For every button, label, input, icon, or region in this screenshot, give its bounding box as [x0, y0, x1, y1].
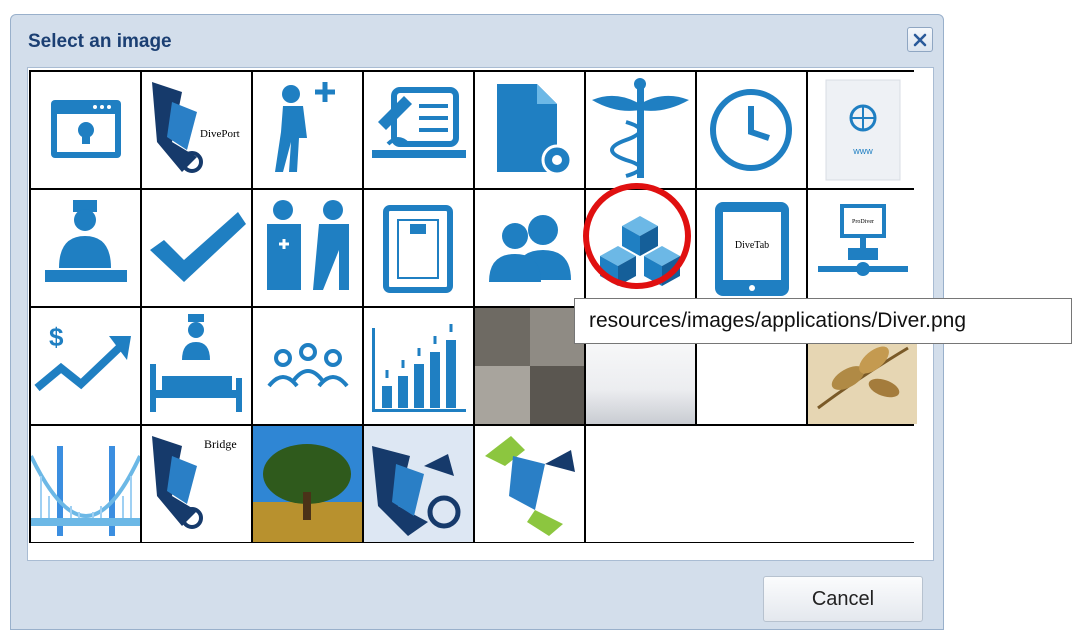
close-button[interactable]	[907, 27, 933, 52]
users-icon	[489, 215, 571, 282]
document-sign-icon	[372, 87, 466, 158]
image-tile-money-growth[interactable]: $	[31, 308, 140, 424]
image-tile-checkmark[interactable]	[142, 190, 251, 306]
image-tile-doctor-patient[interactable]	[253, 190, 362, 306]
doctor-patient-icon	[267, 200, 349, 290]
diver-logo-large-icon	[372, 446, 461, 536]
image-tile-nurse[interactable]	[31, 190, 140, 306]
checkmark-icon	[150, 212, 246, 282]
image-tile-diver-green[interactable]	[475, 426, 584, 542]
nurse-icon	[45, 200, 127, 282]
image-tile-web[interactable]: www	[808, 72, 917, 188]
money-growth-arrow-icon: $	[34, 322, 131, 392]
image-tile-empty	[586, 426, 917, 542]
close-icon	[913, 33, 927, 46]
diver-bridge-logo-icon: Bridge	[152, 436, 237, 529]
image-tile-diver-selected[interactable]	[364, 426, 473, 542]
image-tile-gray-squares[interactable]	[475, 308, 584, 424]
image-tile-diver-cubes[interactable]	[586, 190, 695, 306]
image-tile-document-sign[interactable]	[364, 72, 473, 188]
image-tile-bar-growth[interactable]	[364, 308, 473, 424]
dialog-title: Select an image	[28, 31, 172, 52]
image-tile-hospital-bed[interactable]	[142, 308, 251, 424]
caduceus-icon	[592, 78, 689, 178]
image-tile-clock[interactable]	[697, 72, 806, 188]
image-tile-file-gear[interactable]	[475, 72, 584, 188]
network-monitor-icon: ProDiver	[818, 204, 908, 276]
cubes-icon	[600, 216, 680, 286]
image-tile-bridge-diver[interactable]: Bridge	[142, 426, 251, 542]
scale-icon	[383, 205, 453, 293]
diveport-text: DivePort	[200, 128, 240, 140]
tablet-icon: DiveTab	[715, 202, 789, 296]
divetab-text: DiveTab	[735, 240, 769, 251]
web-label: www	[852, 146, 873, 156]
svg-text:$: $	[49, 322, 64, 352]
image-tile-tree[interactable]	[253, 426, 362, 542]
web-globe-icon: www	[825, 79, 901, 181]
bar-chart-growth-icon	[372, 324, 466, 412]
clock-icon	[710, 89, 792, 171]
cancel-button[interactable]: Cancel	[763, 576, 923, 622]
image-tile-caduceus[interactable]	[586, 72, 695, 188]
browser-lightbulb-icon	[51, 100, 121, 158]
image-tile-prodiver[interactable]: ProDiver	[808, 190, 917, 306]
tree-photo-image	[253, 426, 362, 542]
gray-checker-image	[475, 308, 584, 424]
hospital-bed-nurse-icon	[150, 314, 242, 412]
image-tile-injured-person[interactable]	[253, 72, 362, 188]
bridge-text: Bridge	[204, 437, 237, 451]
image-tile-divetab[interactable]: DiveTab	[697, 190, 806, 306]
image-tile-diveport[interactable]: DivePort	[142, 72, 251, 188]
diver-logo-icon: DivePort	[152, 82, 240, 173]
image-tile-group[interactable]	[253, 308, 362, 424]
prodiver-text: ProDiver	[852, 219, 874, 225]
diver-logo-green-icon	[485, 436, 575, 536]
image-path-tooltip: resources/images/applications/Diver.png	[574, 298, 1072, 344]
suspension-bridge-icon	[31, 446, 140, 536]
image-tile-users[interactable]	[475, 190, 584, 306]
group-people-icon	[267, 343, 349, 388]
image-tile-scale[interactable]	[364, 190, 473, 306]
image-tile-bridge-blue[interactable]	[31, 426, 140, 542]
image-tile-browser-bulb[interactable]	[31, 72, 140, 188]
injured-person-plus-icon	[275, 82, 335, 172]
file-gear-icon	[497, 84, 573, 176]
